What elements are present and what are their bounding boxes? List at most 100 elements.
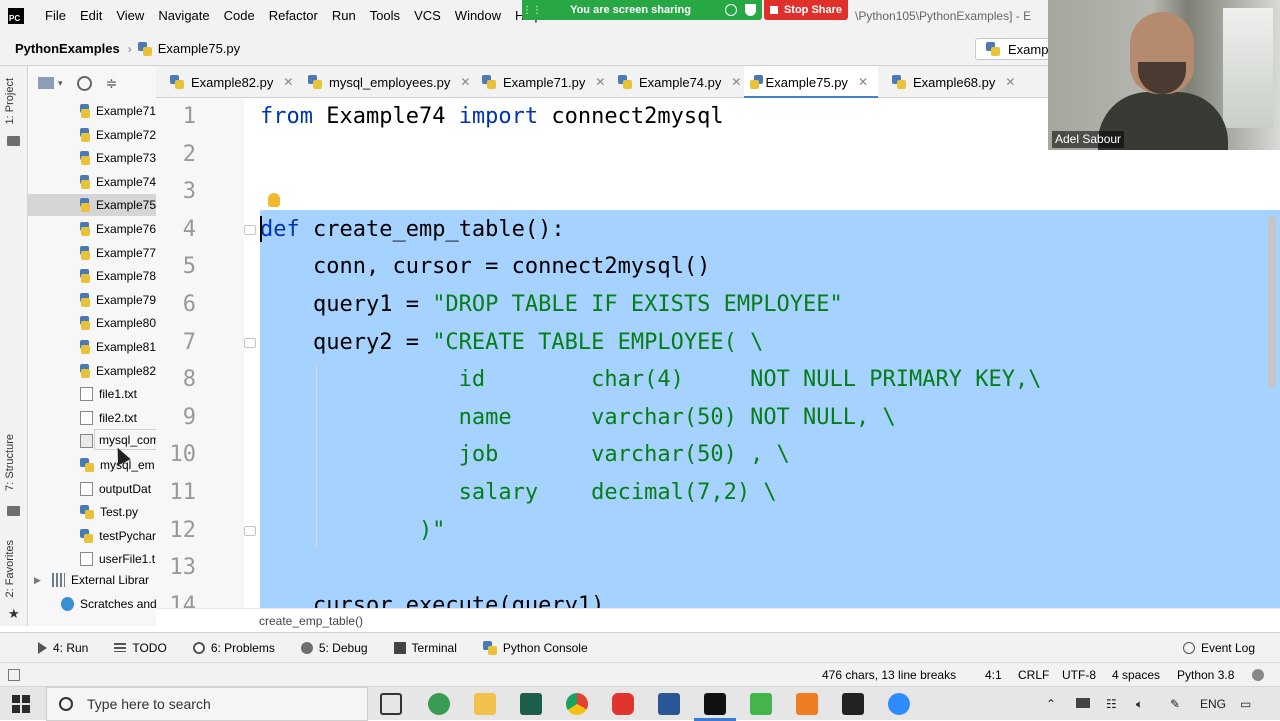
menu-vcs[interactable]: VCS [407,0,448,32]
breadcrumb-project[interactable]: PythonExamples [15,41,120,56]
audition-icon[interactable] [520,693,542,715]
tree-item[interactable]: Example72 [28,124,156,146]
menu-tools[interactable]: Tools [363,0,407,32]
menu-window[interactable]: Window [448,0,508,32]
tree-item[interactable]: file1.txt [28,383,156,405]
taskbar-search-box[interactable]: Type here to search [46,687,368,721]
tree-item[interactable]: Example79 [28,289,156,311]
tool-problems[interactable]: 6: Problems [192,641,275,655]
fold-marker-icon[interactable] [244,225,256,235]
tree-item-external-libraries[interactable]: ▶ External Librar [28,569,156,591]
tree-item[interactable]: Example81 [28,336,156,358]
tool-run[interactable]: 4: Run [38,641,88,655]
lightbulb-icon[interactable] [268,193,280,207]
tab-mysql-employees[interactable]: mysql_employees.py ✕ [308,66,470,98]
breadcrumb-file[interactable]: Example75.py [158,41,240,56]
tray-chevron-up-icon[interactable]: ⌃ [1046,687,1056,721]
xampp-icon[interactable] [796,693,818,715]
locate-icon[interactable] [76,75,92,91]
status-indent[interactable]: 4 spaces [1112,663,1160,687]
project-folder-icon[interactable] [7,136,20,146]
screen-share-banner[interactable]: ⋮⋮ You are screen sharing [522,0,762,20]
menu-edit[interactable]: Edit [73,0,109,32]
pycharm-icon[interactable] [694,693,736,721]
menu-view[interactable]: View [109,0,151,32]
function-breadcrumb[interactable]: create_emp_table() [156,608,1280,632]
event-log-button[interactable]: Event Log [1182,633,1255,663]
task-view-icon[interactable] [380,693,402,715]
tab-example82[interactable]: Example82.py ✕ [170,66,293,98]
close-icon[interactable]: ✕ [595,75,605,89]
collapse-all-icon[interactable]: ≑ [104,75,120,91]
tool-tab-favorites[interactable]: 2: Favorites [4,540,16,597]
menu-file[interactable]: File [38,0,73,32]
fold-marker-icon[interactable] [244,338,256,348]
stop-share-button[interactable]: Stop Share [764,0,848,20]
favorites-star-icon[interactable]: ★ [8,606,20,622]
menu-run[interactable]: Run [325,0,363,32]
tree-item[interactable]: Example76 [28,218,156,240]
expand-arrow-icon[interactable]: ▶ [34,569,44,591]
close-icon[interactable]: ✕ [858,75,868,89]
toggle-tool-windows-icon[interactable] [8,669,20,681]
fold-marker-icon[interactable] [244,526,256,536]
chevron-down-icon[interactable]: ▾ [58,78,63,89]
vivaldi-icon[interactable] [612,693,634,715]
menu-code[interactable]: Code [217,0,262,32]
tree-item[interactable]: Example74 [28,171,156,193]
tab-example71[interactable]: Example71.py ✕ [482,66,605,98]
file-explorer-icon[interactable] [474,693,496,715]
close-icon[interactable]: ✕ [460,75,470,89]
battery-icon[interactable] [1076,698,1090,708]
tree-item[interactable]: mysql_em [28,454,156,476]
shield-icon[interactable] [745,4,756,16]
status-interpreter[interactable]: Python 3.8 [1177,663,1234,687]
close-icon[interactable]: ✕ [283,75,293,89]
chrome-icon[interactable] [566,693,588,715]
drag-handle-icon[interactable]: ⋮⋮ [522,5,542,16]
pycharm-logo-icon[interactable]: PC [8,8,24,24]
word-icon[interactable] [658,693,680,715]
app-icon[interactable] [428,693,450,715]
tree-item[interactable]: userFile1.t [28,548,156,570]
run-configuration-selector[interactable]: Examp [975,38,1055,60]
tool-terminal[interactable]: Terminal [393,641,457,655]
code-editor[interactable]: 1 2 3 4 5 6 7 8 9 10 11 12 13 14 from Example74 impor… [156,98,1280,608]
pen-icon[interactable]: ✎ [1170,687,1180,721]
language-indicator[interactable]: ENG [1200,687,1226,721]
status-caret-position[interactable]: 4:1 [985,663,1002,687]
tool-tab-structure[interactable]: 7: Structure [4,434,16,491]
network-icon[interactable]: ☷ [1106,687,1117,721]
tree-item[interactable]: Example80 [28,312,156,334]
close-icon[interactable]: ✕ [731,75,741,89]
tree-item[interactable]: file2.txt [28,407,156,429]
menu-refactor[interactable]: Refactor [262,0,325,32]
tree-item[interactable]: Example77 [28,242,156,264]
tree-item[interactable]: Example82 [28,360,156,382]
command-prompt-icon[interactable] [842,693,864,715]
tab-example68[interactable]: Example68.py ✕ [892,66,1015,98]
close-icon[interactable]: ✕ [1005,75,1015,89]
structure-icon[interactable] [7,506,20,516]
tab-example75[interactable]: Example75.py ✕ [744,66,878,99]
windows-start-icon[interactable] [12,695,30,713]
project-view-icon[interactable] [38,77,54,89]
tree-item[interactable]: outputDat [28,478,156,500]
tool-debug[interactable]: 5: Debug [300,641,368,655]
tree-item[interactable]: Example73 [28,147,156,169]
tree-item[interactable]: Example78 [28,265,156,287]
pause-icon[interactable] [725,4,737,16]
tab-example74[interactable]: Example74.py ✕ [618,66,741,98]
status-char-count[interactable]: 476 chars, 13 line breaks [822,663,956,687]
status-encoding[interactable]: UTF-8 [1062,663,1096,687]
volume-icon[interactable]: 🔈︎ [1136,687,1143,721]
notifications-icon[interactable] [1252,669,1264,681]
tree-item[interactable]: Example71 [28,100,156,122]
tool-python-console[interactable]: Python Console [482,640,588,655]
tree-item[interactable]: testPychar [28,525,156,547]
tree-item[interactable]: Test.py [28,501,156,523]
menu-navigate[interactable]: Navigate [151,0,216,32]
editor-scrollbar[interactable] [1268,216,1276,388]
notification-center-icon[interactable]: ▭ [1240,687,1251,721]
camtasia-icon[interactable] [750,693,772,715]
